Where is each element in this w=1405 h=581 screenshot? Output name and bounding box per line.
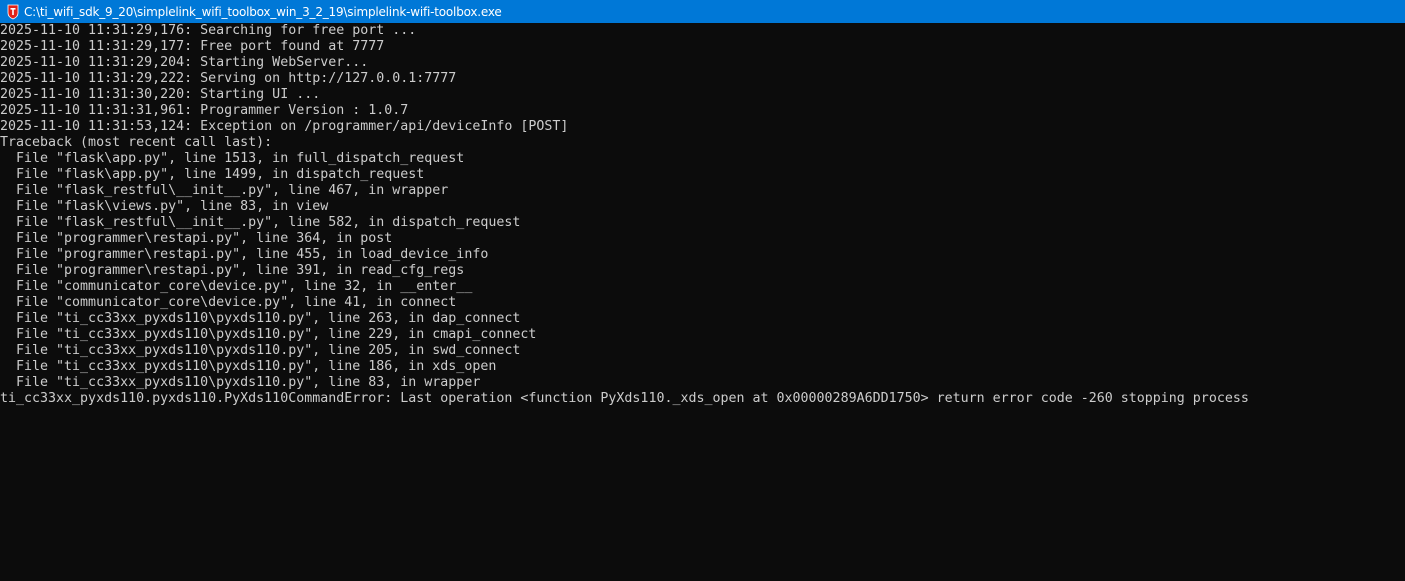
console-line: 2025-11-10 11:31:53,124: Exception on /p… [0,119,569,134]
title-bar[interactable]: C:\ti_wifi_sdk_9_20\simplelink_wifi_tool… [0,0,1405,23]
console-line: File "flask\app.py", line 1499, in dispa… [0,167,425,182]
console-line: Traceback (most recent call last): [0,135,273,150]
console-line: 2025-11-10 11:31:31,961: Programmer Vers… [0,103,409,118]
console-line: 2025-11-10 11:31:29,222: Serving on http… [0,71,457,86]
console-line: File "ti_cc33xx_pyxds110\pyxds110.py", l… [0,327,537,342]
console-window: C:\ti_wifi_sdk_9_20\simplelink_wifi_tool… [0,0,1405,581]
console-line: File "ti_cc33xx_pyxds110\pyxds110.py", l… [0,343,521,358]
console-line: File "communicator_core\device.py", line… [0,295,457,310]
console-output[interactable]: 2025-11-10 11:31:29,176: Searching for f… [0,23,1405,581]
console-line: File "communicator_core\device.py", line… [0,279,473,294]
console-line: File "ti_cc33xx_pyxds110\pyxds110.py", l… [0,311,521,326]
console-line: File "flask\app.py", line 1513, in full_… [0,151,465,166]
console-line: File "flask_restful\__init__.py", line 4… [0,183,449,198]
console-line: File "flask\views.py", line 83, in view [0,199,329,214]
window-title: C:\ti_wifi_sdk_9_20\simplelink_wifi_tool… [24,4,502,19]
console-line: File "flask_restful\__init__.py", line 5… [0,215,521,230]
console-line: 2025-11-10 11:31:29,177: Free port found… [0,39,385,54]
ti-logo-icon [6,4,20,20]
console-line: 2025-11-10 11:31:29,176: Searching for f… [0,23,417,38]
console-line: File "programmer\restapi.py", line 455, … [0,247,489,262]
console-line: File "ti_cc33xx_pyxds110\pyxds110.py", l… [0,359,497,374]
console-line: 2025-11-10 11:31:30,220: Starting UI ... [0,87,321,102]
console-line: File "programmer\restapi.py", line 364, … [0,231,393,246]
console-line: ti_cc33xx_pyxds110.pyxds110.PyXds110Comm… [0,391,1249,406]
console-line: 2025-11-10 11:31:29,204: Starting WebSer… [0,55,369,70]
console-line: File "ti_cc33xx_pyxds110\pyxds110.py", l… [0,375,481,390]
console-line: File "programmer\restapi.py", line 391, … [0,263,465,278]
